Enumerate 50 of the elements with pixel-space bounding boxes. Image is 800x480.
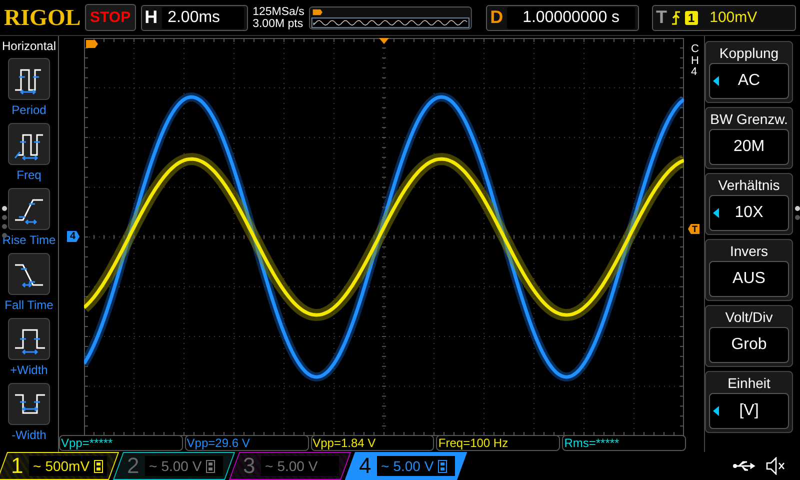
channel-scale: 500mV [45,458,90,474]
rising-edge-icon [670,10,681,24]
run-stop-button[interactable]: STOP [85,4,136,31]
sample-rate: 125MSa/s [252,6,304,18]
channel-number: 4 [359,453,372,479]
measurement-readout: Vpp=1.84 V [310,435,434,451]
memory-depth: 3.00M pts [252,18,304,30]
menu-item[interactable]: Kopplung AC [705,41,793,103]
channel-label: CH4 [691,44,700,79]
trigger-position-icon [379,38,389,44]
menu-item[interactable]: Einheit [V] [705,371,793,433]
trigger-box[interactable]: T 1 100mV [652,4,796,30]
trigger-source: 1 [684,10,698,24]
channel-number: 2 [127,453,140,479]
menu-item[interactable]: Volt/Div Grob [705,305,793,367]
delay-value: 1.00000000 s [507,6,636,28]
trigger-marker: T [688,224,700,234]
timebase-label: H [144,7,158,28]
coupling-symbol: ~ [33,458,42,474]
channel-number: 3 [243,453,256,479]
delay-label: D [490,7,504,28]
timebase-value: 2.00ms [162,6,244,28]
trigger-label: T [656,7,667,28]
channel-marker: 4 [67,231,80,242]
trigger-level: 100mV [708,9,758,26]
brand-logo: RIGOL [4,4,80,30]
delay-box[interactable]: D 1.00000000 s [486,4,640,30]
channel-tab[interactable]: 3 ~ 5.00 V [228,452,352,480]
timebase-box[interactable]: H 2.00ms [140,4,248,30]
panel-title: Horizontal [2,39,56,53]
channel-scale: 5.00 V [161,458,202,474]
channel-tab[interactable]: 1 ~ 500mV [0,452,120,480]
channel-scale: 5.00 V [393,458,434,474]
menu-item[interactable]: Verhältnis 10X [705,173,793,235]
coupling-symbol: ~ [381,458,390,474]
measurement-readout: Vpp=29.6 V [184,435,309,451]
usb-icon [732,459,758,473]
measurement-readout: Rms=***** [562,435,686,451]
marker-icon [86,40,98,48]
coupling-symbol: ~ [149,458,158,474]
coupling-symbol: ~ [265,458,274,474]
mute-icon[interactable] [766,457,786,475]
channel-tab[interactable]: 4 ~ 5.00 V [344,452,468,480]
measurement-readout: Freq=100 Hz [436,435,560,451]
channel-number: 1 [11,453,24,479]
menu-item[interactable]: Invers AUS [705,239,793,301]
menu-item[interactable]: BW Grenzw. 20M [705,107,793,169]
channel-tab[interactable]: 2 ~ 5.00 V [112,452,236,480]
channel-scale: 5.00 V [277,458,318,474]
measurement-readout: Vpp=***** [59,435,183,451]
